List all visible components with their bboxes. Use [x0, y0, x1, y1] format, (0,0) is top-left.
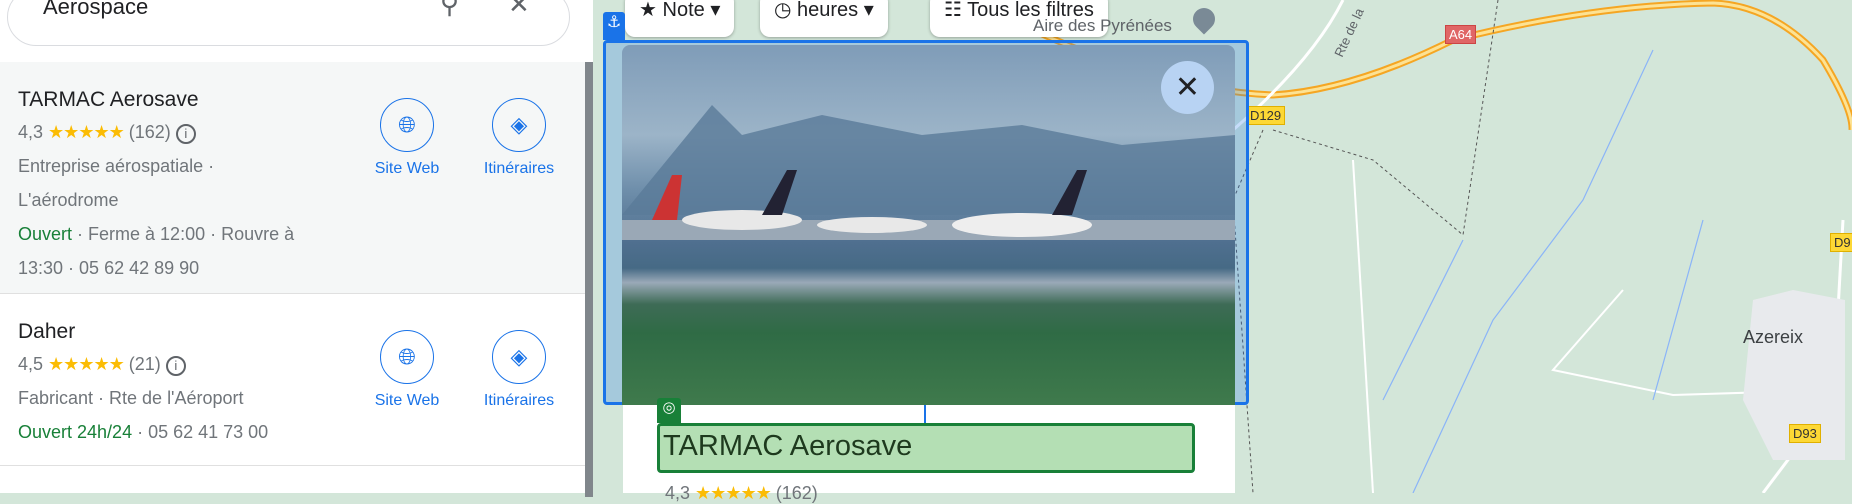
rating-stars: ★★★★★ — [48, 122, 125, 142]
scrollbar[interactable] — [585, 62, 593, 497]
review-count: (162) — [128, 122, 171, 142]
preview-title[interactable]: TARMAC Aerosave — [657, 423, 1195, 473]
rating-stars: ★★★★★ — [48, 354, 125, 374]
result-item[interactable]: Daher 4,5 ★★★★★ (21) i Fabricant · Rte d… — [0, 294, 585, 466]
address: L'aérodrome — [18, 190, 119, 210]
result-name[interactable]: Daher — [18, 320, 75, 344]
category: Fabricant · Rte de l'Aéroport — [18, 388, 244, 408]
directions-icon: ◈ — [492, 330, 546, 384]
search-icon[interactable]: ⚲ — [440, 0, 459, 20]
road-label-d93: D93 — [1789, 424, 1821, 443]
globe-icon: 🌐︎ — [380, 330, 434, 384]
target-icon: ◎ — [657, 398, 681, 423]
result-name[interactable]: TARMAC Aerosave — [18, 88, 199, 112]
hours-row: Ouvert · Ferme à 12:00 · Rouvre à — [18, 224, 294, 245]
anchor-icon: ⚓︎ — [603, 12, 625, 40]
directions-icon: ◈ — [492, 98, 546, 152]
filters-icon: ☷ — [944, 0, 962, 21]
town-label: Azereix — [1743, 327, 1804, 347]
clock-icon: ◷ — [774, 0, 792, 21]
hours-filter-chip[interactable]: ◷ heures ▾ — [760, 0, 888, 37]
info-icon[interactable]: i — [175, 124, 196, 144]
road-label-d9: D9 — [1830, 233, 1852, 252]
close-icon: ✕ — [1174, 71, 1201, 104]
directions-label: Itinéraires — [483, 160, 555, 177]
phone: · 05 62 41 73 00 — [132, 422, 269, 442]
rating-stars: ★★★★★ — [695, 483, 772, 503]
review-count: (162) — [775, 483, 818, 503]
review-count: (21) — [128, 354, 161, 374]
search-box[interactable]: Aerospace ⚲ ✕ — [7, 0, 570, 46]
category: Entreprise aérospatiale · — [18, 156, 215, 176]
close-photo-button[interactable]: ✕ — [1161, 61, 1214, 114]
hours-phone: 13:30 · 05 62 42 89 90 — [18, 258, 200, 278]
place-photo[interactable] — [622, 45, 1235, 405]
results-panel: Aerospace ⚲ ✕ TARMAC Aerosave 4,3 ★★★★★ … — [0, 0, 593, 497]
result-item[interactable]: TARMAC Aerosave 4,3 ★★★★★ (162) i Entrep… — [0, 62, 585, 294]
star-icon: ★ — [639, 0, 657, 21]
rating-value: 4,3 — [18, 122, 44, 142]
place-label[interactable]: Aire des Pyrénées — [1033, 16, 1172, 36]
chip-label: Note — [662, 0, 705, 21]
rating-value: 4,3 — [665, 483, 691, 503]
road-label-a64: A64 — [1445, 25, 1477, 44]
website-label: Site Web — [374, 392, 440, 409]
hours: · Ferme à 12:00 · Rouvre à — [72, 224, 295, 244]
hours-row: Ouvert 24h/24 · 05 62 41 73 00 — [18, 422, 268, 443]
open-status: Ouvert — [18, 224, 73, 244]
open-status: Ouvert 24h/24 — [18, 422, 133, 442]
close-icon[interactable]: ✕ — [508, 0, 530, 20]
rating-value: 4,5 — [18, 354, 44, 374]
dropdown-icon: ▾ — [863, 0, 874, 21]
rating-row: 4,3 ★★★★★ (162) i — [18, 122, 196, 144]
globe-icon: 🌐︎ — [380, 98, 434, 152]
directions-button[interactable]: ◈ Itinéraires — [474, 330, 564, 410]
directions-label: Itinéraires — [483, 392, 555, 409]
dropdown-icon: ▾ — [710, 0, 721, 21]
website-button[interactable]: 🌐︎ Site Web — [362, 330, 452, 410]
chip-label: heures — [797, 0, 859, 21]
rating-row: 4,5 ★★★★★ (21) i — [18, 354, 186, 376]
info-icon[interactable]: i — [165, 356, 186, 376]
directions-button[interactable]: ◈ Itinéraires — [474, 98, 564, 178]
aircraft-photo — [622, 105, 1235, 240]
road-label-d129: D129 — [1246, 106, 1286, 125]
website-label: Site Web — [374, 160, 440, 177]
website-button[interactable]: 🌐︎ Site Web — [362, 98, 452, 178]
preview-rating-row: 4,3 ★★★★★ (162) — [665, 483, 818, 504]
rating-filter-chip[interactable]: ★ Note ▾ — [625, 0, 735, 37]
search-input[interactable]: Aerospace — [43, 0, 148, 20]
connector-line — [924, 405, 926, 423]
